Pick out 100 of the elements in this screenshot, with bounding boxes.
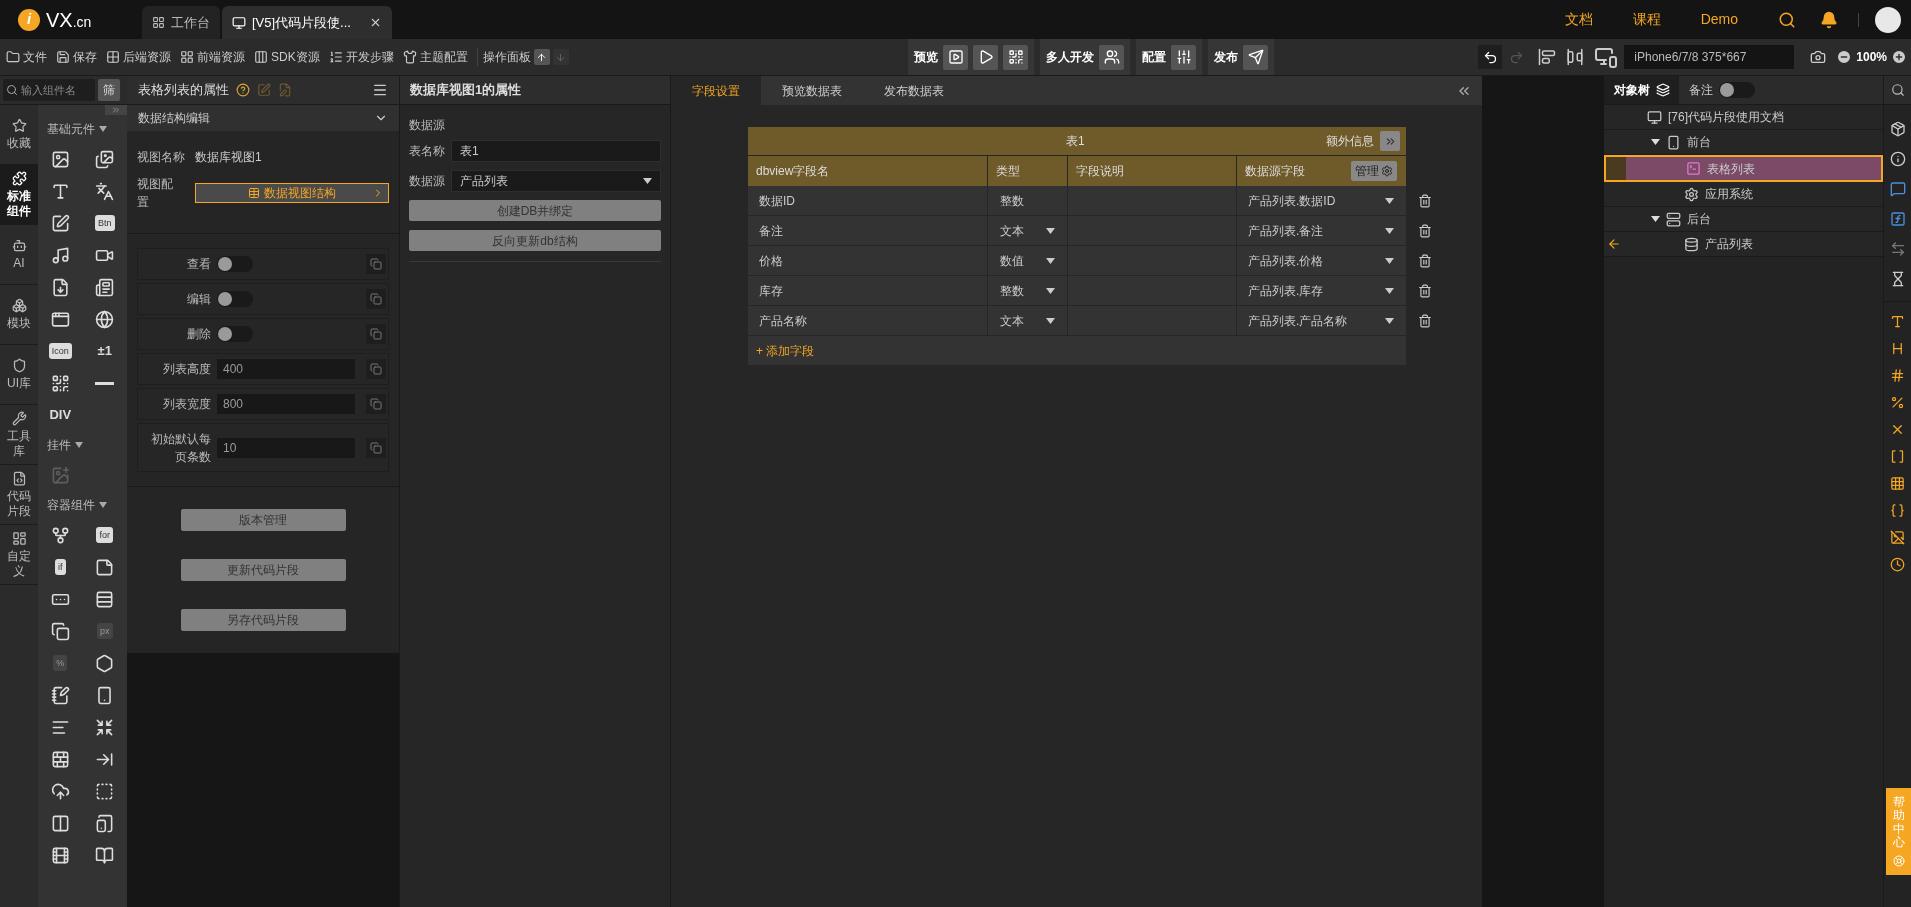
type-select[interactable]: 文本 [988, 306, 1067, 335]
caret-down-icon [1046, 227, 1055, 234]
tab[interactable]: 发布数据表 [863, 76, 965, 105]
type-select[interactable]: 整数 [988, 276, 1067, 305]
tab[interactable]: 预览数据表 [761, 76, 863, 105]
delete-button[interactable] [1418, 254, 1432, 268]
group-label: 发布 [1214, 49, 1238, 66]
trash-icon [1418, 314, 1432, 328]
toolbar-button[interactable]: 前端资源 [180, 48, 245, 66]
input-field[interactable]: 表1 [451, 140, 661, 162]
source-select[interactable]: 产品列表.价格 [1237, 246, 1405, 275]
delete-button[interactable] [1418, 314, 1432, 328]
monitor-icon [1647, 109, 1662, 125]
grid-icon [152, 16, 165, 29]
input-field[interactable]: 400 [217, 359, 355, 379]
tree-item[interactable]: 表格列表 [1604, 155, 1883, 182]
delete-button[interactable] [1418, 194, 1432, 208]
toolbar-button[interactable]: 文件 [6, 48, 47, 66]
tab[interactable]: 字段设置 [671, 76, 761, 105]
source-select[interactable]: 产品列表.数据ID [1237, 186, 1405, 215]
manage-button[interactable]: 管理 [1351, 161, 1397, 181]
component-tile[interactable]: if [38, 551, 83, 583]
caret-down-icon [99, 126, 107, 132]
line-icon [95, 381, 115, 385]
source-select[interactable]: 产品列表.备注 [1237, 216, 1405, 245]
caret-down-icon [1046, 317, 1055, 324]
type-select[interactable]: 文本 [988, 216, 1067, 245]
shield-icon [11, 358, 27, 373]
toolbar-icon-button[interactable] [1099, 44, 1124, 70]
extra-info-label: 额外信息 [1326, 133, 1374, 150]
select-field[interactable]: 产品列表 [451, 170, 661, 192]
caret-down-icon [1046, 287, 1055, 294]
translate-icon [95, 181, 115, 201]
table-cell-text: 产品名称 [759, 312, 807, 330]
nav-link[interactable]: Demo [1700, 9, 1738, 30]
copy-icon [370, 328, 382, 340]
toolbar-button[interactable]: 主题配置 [402, 48, 468, 66]
component-tile[interactable]: DIV [38, 399, 83, 431]
note-icon [95, 557, 115, 577]
nav-link[interactable]: 课程 [1632, 9, 1661, 30]
tab[interactable]: 对象树 [1604, 76, 1679, 104]
grid-icon [1890, 476, 1905, 491]
tab[interactable]: 工作台 [142, 6, 220, 39]
info-icon [1889, 151, 1906, 167]
toolbar-button[interactable]: 保存 [56, 48, 97, 66]
toolbar-icon-button[interactable] [1171, 44, 1196, 70]
type-select[interactable]: 数值 [988, 246, 1067, 275]
column-header: 数据源字段 [1245, 163, 1305, 180]
view-config-button[interactable]: 数据视图结构 [194, 183, 389, 203]
toolbar-icon-button[interactable] [943, 44, 968, 70]
field-label: 表名称 [409, 143, 445, 160]
nav-link[interactable]: 文档 [1564, 9, 1593, 30]
delete-button[interactable] [1418, 284, 1432, 298]
toggle-switch[interactable] [217, 256, 253, 272]
fork-icon [50, 525, 70, 545]
device-field[interactable]: iPhone6/7/8 375*667 [1624, 45, 1795, 69]
undo-button[interactable] [1478, 45, 1503, 69]
component-tile[interactable]: ±1 [82, 335, 127, 367]
component-tile[interactable]: Icon [38, 335, 83, 367]
add-field-link[interactable]: + 添加字段 [756, 341, 815, 360]
input-field[interactable]: 800 [217, 394, 355, 414]
music-icon [50, 245, 70, 265]
input-field[interactable]: 10 [217, 437, 355, 458]
section-title: 容器组件 [47, 497, 95, 514]
tab[interactable]: [V5]代码片段使... [222, 6, 392, 39]
component-tile[interactable]: Btn [82, 207, 127, 239]
search-field[interactable]: 输入组件名 [3, 79, 95, 101]
dashed-square-icon [95, 781, 115, 801]
copy-icon [370, 363, 382, 375]
toolbar-button[interactable]: SDK资源 [254, 48, 320, 66]
toolbar-button[interactable]: 开发步骤 [328, 48, 394, 66]
move-up-button[interactable] [533, 49, 550, 65]
heading-icon [1890, 341, 1905, 356]
toolbar-icon-button[interactable] [1243, 44, 1268, 70]
toolbar-icon-button[interactable] [973, 44, 998, 70]
toggle-switch[interactable] [217, 326, 253, 342]
source-select[interactable]: 产品列表.产品名称 [1237, 306, 1405, 335]
field-label: 视图名称 [137, 149, 185, 166]
folder-icon [6, 50, 20, 64]
delete-button[interactable] [1418, 224, 1432, 238]
group-label: 配置 [1142, 49, 1166, 66]
component-tile[interactable]: for [82, 519, 127, 551]
source-select[interactable]: 产品列表.库存 [1237, 276, 1405, 305]
filter-button[interactable]: 筛 [98, 79, 120, 101]
toggle-switch[interactable] [217, 291, 253, 307]
toolbar-button[interactable]: 后端资源 [106, 48, 171, 66]
caret-down-icon [643, 178, 652, 184]
toolbar-icon-button[interactable] [1003, 44, 1028, 70]
braces-icon [1890, 503, 1905, 518]
expand-button[interactable] [1380, 131, 1400, 151]
caret-down-icon [1385, 197, 1394, 204]
nav-item[interactable]: 标准组件 [0, 165, 38, 225]
menu-icon [372, 82, 388, 98]
section-header[interactable]: 数据结构编辑 [127, 105, 399, 131]
caret-down-icon [1385, 317, 1394, 324]
table-cell-text: 数据ID [759, 192, 795, 210]
toggle-switch[interactable] [1719, 82, 1755, 98]
avatar[interactable] [1875, 6, 1901, 33]
edit-icon [257, 83, 271, 97]
stack-icon [50, 621, 70, 641]
